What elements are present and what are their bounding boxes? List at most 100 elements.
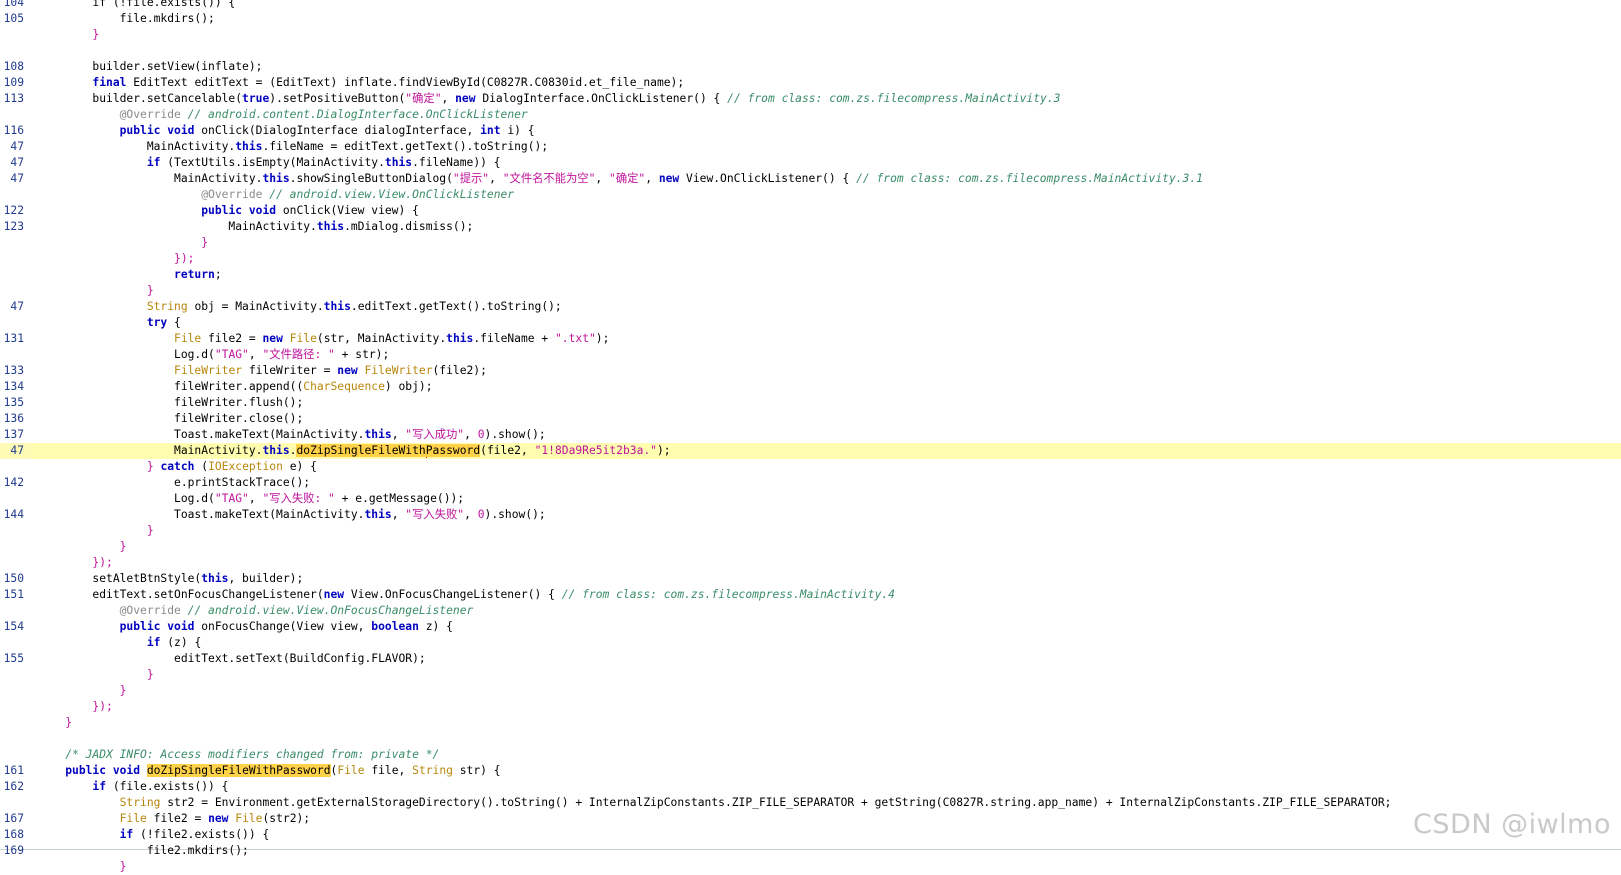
code-token: }); (38, 252, 195, 265)
code-token: // android.content.DialogInterface.OnCli… (187, 108, 528, 121)
code-line[interactable]: 169 file2.mkdirs(); (0, 843, 1621, 859)
code-token: /* JADX INFO: Access modifiers changed f… (65, 748, 440, 761)
code-line[interactable]: @Override // android.view.View.OnClickLi… (0, 187, 1621, 203)
code-line[interactable]: 150 setAletBtnStyle(this, builder); (0, 571, 1621, 587)
code-line[interactable]: 133 FileWriter fileWriter = new FileWrit… (0, 363, 1621, 379)
search-match-highlight: doZipSingleFileWithPassword (146, 764, 331, 777)
line-number: 142 (3, 476, 24, 489)
code-token: editText.setOnFocusChangeListener( (38, 588, 324, 601)
code-line[interactable]: } (0, 539, 1621, 555)
code-text: builder.setCancelable(true).setPositiveB… (38, 91, 1060, 107)
code-line[interactable]: try { (0, 315, 1621, 331)
code-line[interactable] (0, 731, 1621, 747)
code-line[interactable]: } (0, 523, 1621, 539)
code-line-current[interactable]: 47 MainActivity.this.doZipSingleFileWith… (0, 443, 1621, 459)
code-line[interactable]: return; (0, 267, 1621, 283)
code-line[interactable]: 47 String obj = MainActivity.this.editTe… (0, 299, 1621, 315)
code-line[interactable]: } catch (IOException e) { (0, 459, 1621, 475)
code-token: this (364, 428, 392, 441)
code-line[interactable]: 109 final EditText editText = (EditText)… (0, 75, 1621, 91)
code-line[interactable]: String str2 = Environment.getExternalSto… (0, 795, 1621, 811)
code-line[interactable]: Log.d("TAG", "文件路径: " + str); (0, 347, 1621, 363)
code-line[interactable]: 154 public void onFocusChange(View view,… (0, 619, 1621, 635)
code-line[interactable]: Log.d("TAG", "写入失败: " + e.getMessage()); (0, 491, 1621, 507)
code-line[interactable]: 155 editText.setText(BuildConfig.FLAVOR)… (0, 651, 1621, 667)
code-line[interactable]: 122 public void onClick(View view) { (0, 203, 1621, 219)
code-line[interactable]: 47 MainActivity.this.showSingleButtonDia… (0, 171, 1621, 187)
code-line[interactable]: 113 builder.setCancelable(true).setPosit… (0, 91, 1621, 107)
code-line[interactable]: 136 fileWriter.close(); (0, 411, 1621, 427)
code-line[interactable]: } (0, 235, 1621, 251)
code-token: + str); (334, 348, 390, 361)
code-text: public void onClick(DialogInterface dial… (38, 123, 535, 139)
code-line[interactable]: 131 File file2 = new File(str, MainActiv… (0, 331, 1621, 347)
code-token: final (92, 76, 127, 89)
code-token: .fileName)) { (412, 156, 501, 169)
code-line[interactable]: 167 File file2 = new File(str2); (0, 811, 1621, 827)
code-text: Log.d("TAG", "文件路径: " + str); (38, 347, 389, 363)
code-token: ( (194, 460, 209, 473)
code-line[interactable]: 151 editText.setOnFocusChangeListener(ne… (0, 587, 1621, 603)
code-line[interactable]: /* JADX INFO: Access modifiers changed f… (0, 747, 1621, 763)
code-editor[interactable]: 104 if (!file.exists()) {105 file.mkdirs… (0, 0, 1621, 875)
code-line[interactable]: }); (0, 699, 1621, 715)
code-token: , builder); (228, 572, 304, 585)
code-text: } (38, 859, 127, 875)
code-token: , (391, 428, 406, 441)
code-line[interactable]: } (0, 683, 1621, 699)
code-token: 0 (477, 508, 485, 521)
code-line[interactable]: 137 Toast.makeText(MainActivity.this, "写… (0, 427, 1621, 443)
code-token: @Override (119, 108, 181, 121)
code-line[interactable]: } (0, 27, 1621, 43)
line-number: 162 (3, 780, 24, 793)
code-text: File file2 = new File(str, MainActivity.… (38, 331, 609, 347)
code-line[interactable] (0, 43, 1621, 59)
code-token: , (464, 428, 478, 441)
code-line[interactable]: } (0, 715, 1621, 731)
code-line[interactable]: } (0, 667, 1621, 683)
code-token: (!file2.exists()) { (133, 828, 270, 841)
code-line[interactable]: }); (0, 555, 1621, 571)
line-number: 109 (3, 76, 24, 89)
code-line[interactable]: 47 MainActivity.this.fileName = editText… (0, 139, 1621, 155)
code-line[interactable]: 105 file.mkdirs(); (0, 11, 1621, 27)
code-token: , (248, 348, 263, 361)
code-text: } (38, 667, 154, 683)
code-line[interactable]: if (z) { (0, 635, 1621, 651)
code-line[interactable]: } (0, 283, 1621, 299)
code-token: } (38, 716, 73, 729)
code-text: final EditText editText = (EditText) inf… (38, 75, 684, 91)
code-line[interactable]: 116 public void onClick(DialogInterface … (0, 123, 1621, 139)
line-number: 108 (3, 60, 24, 73)
code-line[interactable]: 142 e.printStackTrace(); (0, 475, 1621, 491)
code-text: if (z) { (38, 635, 201, 651)
line-number: 150 (3, 572, 24, 585)
code-token: View.OnFocusChangeListener() { (344, 588, 562, 601)
code-token: new (455, 92, 476, 105)
code-token: try (146, 316, 168, 329)
search-match-highlight: doZipSingleFileWith (296, 444, 426, 457)
code-line[interactable]: 134 fileWriter.append((CharSequence) obj… (0, 379, 1621, 395)
code-line[interactable]: @Override // android.view.View.OnFocusCh… (0, 603, 1621, 619)
code-token: "TAG" (214, 492, 249, 505)
code-line[interactable]: @Override // android.content.DialogInter… (0, 107, 1621, 123)
code-line[interactable]: 162 if (file.exists()) { (0, 779, 1621, 795)
code-line[interactable]: 168 if (!file2.exists()) { (0, 827, 1621, 843)
code-line[interactable]: 135 fileWriter.flush(); (0, 395, 1621, 411)
code-token: new (262, 332, 283, 345)
code-line[interactable]: 108 builder.setView(inflate); (0, 59, 1621, 75)
code-token: , (595, 172, 610, 185)
code-line[interactable]: 47 if (TextUtils.isEmpty(MainActivity.th… (0, 155, 1621, 171)
code-text: Toast.makeText(MainActivity.this, "写入失败"… (38, 507, 546, 523)
code-line[interactable]: 144 Toast.makeText(MainActivity.this, "写… (0, 507, 1621, 523)
code-line[interactable]: 123 MainActivity.this.mDialog.dismiss(); (0, 219, 1621, 235)
code-line[interactable]: } (0, 859, 1621, 875)
code-line[interactable]: 104 if (!file.exists()) { (0, 0, 1621, 11)
code-line[interactable]: }); (0, 251, 1621, 267)
code-line[interactable]: 161 public void doZipSingleFileWithPassw… (0, 763, 1621, 779)
code-token: DialogInterface.OnClickListener() { (475, 92, 728, 105)
